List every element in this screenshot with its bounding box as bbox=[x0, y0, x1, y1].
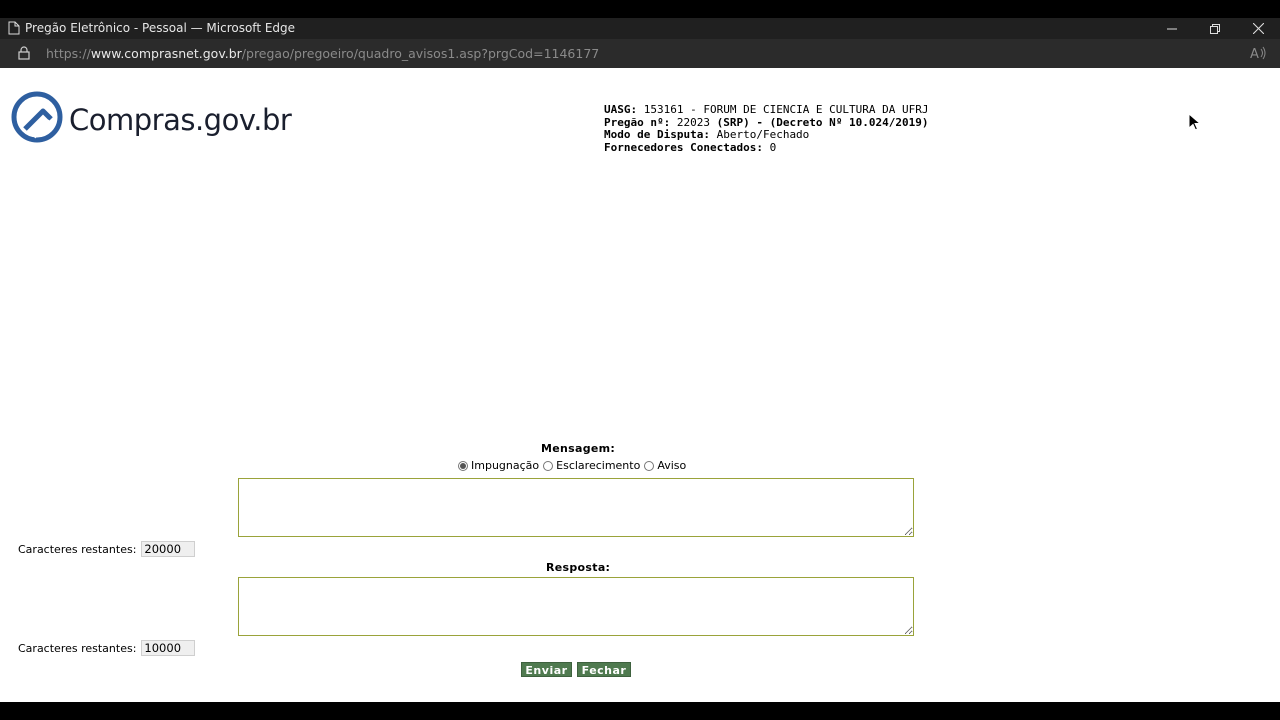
mensagem-label: Mensagem: bbox=[541, 442, 616, 455]
close-icon bbox=[1252, 23, 1264, 34]
page-content: Compras.gov.br UASG: 153161 - FORUM DE C… bbox=[0, 68, 1280, 702]
mensagem-textarea[interactable] bbox=[238, 478, 914, 537]
uasg-value: 153161 - FORUM DE CIENCIA E CULTURA DA U… bbox=[637, 103, 929, 116]
resposta-chars-counter: 10000 bbox=[141, 640, 196, 656]
url-prefix: https:// bbox=[46, 46, 91, 61]
radio-esclarecimento-dot[interactable] bbox=[543, 460, 554, 471]
radio-impugnacao-label: Impugnação bbox=[471, 459, 540, 472]
close-button[interactable] bbox=[1236, 18, 1280, 39]
minimize-button[interactable] bbox=[1150, 18, 1194, 39]
pregao-info: UASG: 153161 - FORUM DE CIENCIA E CULTUR… bbox=[604, 103, 929, 155]
pregao-extra: (SRP) - (Decreto Nº 10.024/2019) bbox=[716, 115, 929, 129]
bottom-black-strip bbox=[0, 702, 1280, 720]
uasg-label: UASG: bbox=[604, 103, 638, 116]
compras-logo[interactable]: Compras.gov.br bbox=[10, 89, 292, 145]
radio-impugnacao[interactable]: Impugnação bbox=[458, 459, 539, 472]
modo-label: Modo de Disputa: bbox=[604, 128, 710, 141]
radio-aviso-label: Aviso bbox=[657, 459, 687, 472]
modo-value: Aberto/Fechado bbox=[709, 128, 810, 141]
radio-esclarecimento-label: Esclarecimento bbox=[556, 459, 641, 472]
pregao-label: Pregão nº: bbox=[604, 115, 671, 129]
fornecedores-value: 0 bbox=[762, 140, 777, 154]
resposta-label: Resposta: bbox=[546, 561, 611, 574]
lock-icon[interactable] bbox=[18, 46, 30, 63]
restore-button[interactable] bbox=[1193, 18, 1237, 39]
url-path: /pregao/pregoeiro/quadro_avisos1.asp?prg… bbox=[241, 46, 600, 61]
url-text[interactable]: https://www.comprasnet.gov.br/pregao/pre… bbox=[46, 46, 599, 61]
radio-impugnacao-dot[interactable] bbox=[458, 460, 468, 471]
radio-aviso-dot[interactable] bbox=[644, 460, 655, 471]
resposta-textarea[interactable] bbox=[238, 577, 914, 636]
radio-esclarecimento[interactable]: Esclarecimento bbox=[543, 459, 640, 472]
top-black-strip bbox=[0, 0, 1280, 18]
message-type-radio-group: Impugnação Esclarecimento Aviso bbox=[458, 459, 690, 472]
mensagem-chars-label: Caracteres restantes: bbox=[18, 542, 137, 556]
fornecedores-label: Fornecedores Conectados: bbox=[604, 140, 763, 154]
page-icon bbox=[8, 21, 20, 35]
fornecedores-row: Fornecedores Conectados: 0 bbox=[604, 140, 929, 155]
address-bar[interactable]: https://www.comprasnet.gov.br/pregao/pre… bbox=[0, 39, 1280, 68]
restore-icon bbox=[1210, 23, 1220, 34]
radio-aviso[interactable]: Aviso bbox=[644, 459, 686, 472]
url-host: www.comprasnet.gov.br bbox=[90, 46, 242, 61]
logo-text: Compras.gov.br bbox=[69, 103, 292, 137]
window-title-bar: Pregão Eletrônico - Pessoal — Microsoft … bbox=[0, 18, 1280, 39]
minimize-icon bbox=[1167, 28, 1177, 29]
read-aloud-icon[interactable]: A bbox=[1250, 45, 1266, 64]
mensagem-chars-remaining: Caracteres restantes: 20000 bbox=[18, 541, 196, 557]
pregao-number: 22023 bbox=[670, 115, 717, 129]
enviar-button[interactable]: Enviar bbox=[521, 662, 572, 677]
mensagem-chars-counter: 20000 bbox=[141, 541, 196, 557]
fechar-button[interactable]: Fechar bbox=[577, 662, 631, 677]
svg-text:A: A bbox=[1250, 47, 1259, 61]
resposta-chars-label: Caracteres restantes: bbox=[18, 641, 137, 655]
mouse-cursor-icon bbox=[1188, 112, 1202, 135]
compras-logo-icon bbox=[11, 91, 63, 143]
resposta-chars-remaining: Caracteres restantes: 10000 bbox=[18, 640, 196, 656]
window-title: Pregão Eletrônico - Pessoal — Microsoft … bbox=[25, 21, 296, 35]
